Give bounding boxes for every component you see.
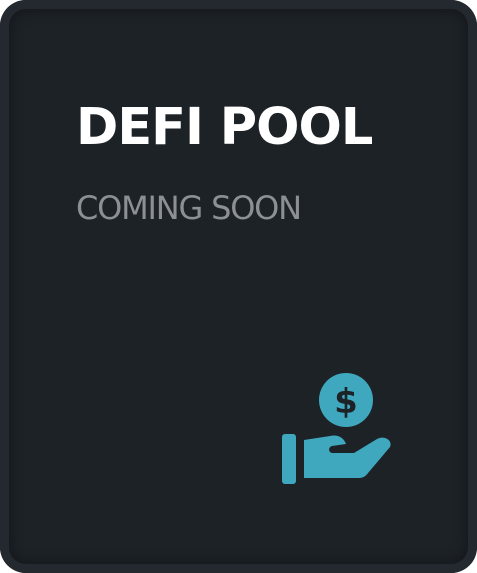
coming-soon-label: COMING SOON (76, 189, 302, 227)
svg-text:$: $ (334, 382, 358, 422)
defi-pool-card[interactable]: DEFI POOL COMING SOON $ (0, 0, 477, 573)
hand-holding-dollar-icon: $ (282, 373, 391, 484)
card-title: DEFI POOL (76, 98, 373, 157)
